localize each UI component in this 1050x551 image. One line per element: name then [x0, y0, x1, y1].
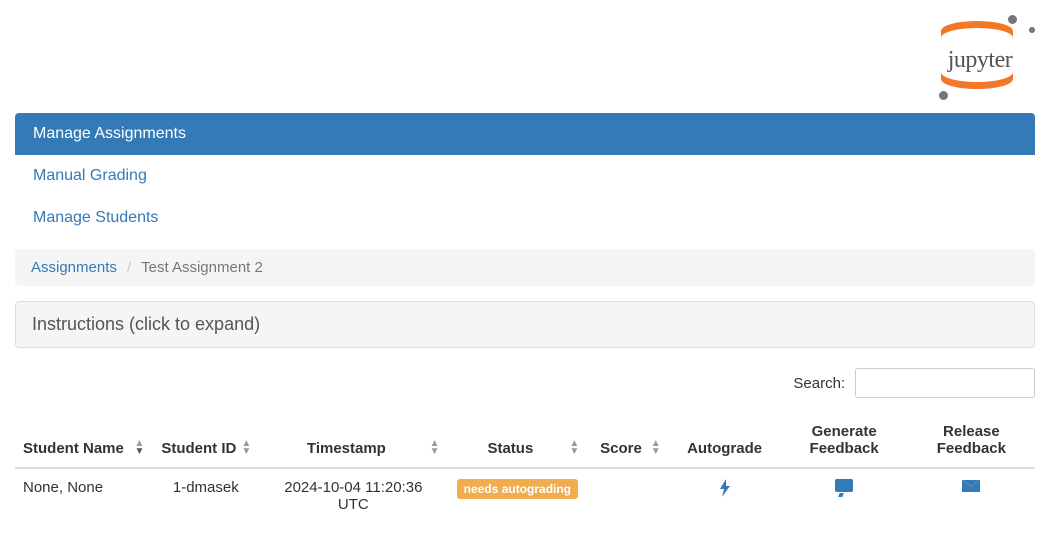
th-label: Score: [600, 440, 642, 457]
sort-icon: ▲▼: [651, 440, 661, 456]
breadcrumb-current: Test Assignment 2: [141, 259, 263, 276]
sort-icon: ▲▼: [430, 440, 440, 456]
envelope-icon: [962, 480, 980, 492]
search-row: Search:: [15, 368, 1035, 398]
col-timestamp[interactable]: Timestamp ▲▼: [259, 413, 447, 468]
th-label: Generate Feedback: [810, 423, 879, 457]
lightning-icon: [718, 479, 732, 497]
autograde-button[interactable]: [718, 479, 732, 502]
nav-label: Manage Assignments: [33, 125, 186, 142]
comment-icon: [835, 479, 853, 492]
cell-release-feedback: [908, 468, 1035, 523]
col-autograde: Autograde: [669, 413, 781, 468]
col-score[interactable]: Score ▲▼: [587, 413, 668, 468]
nav-list: Manage Assignments Manual Grading Manage…: [15, 113, 1035, 239]
th-label: Student Name: [23, 440, 124, 457]
table-row: None, None 1-dmasek 2024-10-04 11:20:36 …: [15, 468, 1035, 523]
cell-status: needs autograding: [447, 468, 587, 523]
nav-label: Manage Students: [33, 209, 158, 226]
th-label: Timestamp: [307, 440, 386, 457]
nav-label: Manual Grading: [33, 167, 147, 184]
logo-area: jupyter: [15, 5, 1035, 113]
th-label: Status: [487, 440, 533, 457]
status-badge: needs autograding: [457, 479, 578, 499]
col-status[interactable]: Status ▲▼: [447, 413, 587, 468]
instructions-heading: Instructions (click to expand): [16, 302, 1034, 347]
sort-icon: ▲▼: [569, 440, 579, 456]
cell-student-id: 1-dmasek: [152, 468, 259, 523]
th-label: Autograde: [687, 440, 762, 457]
generate-feedback-button[interactable]: [835, 479, 853, 497]
jupyter-logo: jupyter: [925, 15, 1035, 100]
breadcrumb-root[interactable]: Assignments: [31, 259, 117, 276]
col-student-name[interactable]: Student Name ▲▼: [15, 413, 152, 468]
logo-text: jupyter: [925, 47, 1035, 74]
th-label: Release Feedback: [937, 423, 1006, 457]
instructions-panel[interactable]: Instructions (click to expand): [15, 301, 1035, 348]
cell-timestamp: 2024-10-04 11:20:36 UTC: [259, 468, 447, 523]
breadcrumb-separator: /: [121, 259, 137, 276]
col-student-id[interactable]: Student ID ▲▼: [152, 413, 259, 468]
sort-icon: ▲▼: [241, 440, 251, 456]
nav-manual-grading[interactable]: Manual Grading: [15, 155, 1035, 197]
sort-icon: ▲▼: [134, 440, 144, 456]
search-label: Search:: [793, 375, 845, 392]
search-input[interactable]: [855, 368, 1035, 398]
col-release-feedback: Release Feedback: [908, 413, 1035, 468]
col-generate-feedback: Generate Feedback: [781, 413, 908, 468]
cell-generate-feedback: [781, 468, 908, 523]
nav-manage-students[interactable]: Manage Students: [15, 197, 1035, 239]
submissions-table: Student Name ▲▼ Student ID ▲▼ Timestamp …: [15, 413, 1035, 523]
th-label: Student ID: [161, 440, 236, 457]
release-feedback-button[interactable]: [962, 479, 980, 497]
breadcrumb: Assignments / Test Assignment 2: [15, 249, 1035, 286]
cell-autograde: [669, 468, 781, 523]
cell-student-name: None, None: [15, 468, 152, 523]
nav-manage-assignments[interactable]: Manage Assignments: [15, 113, 1035, 155]
cell-score: [587, 468, 668, 523]
